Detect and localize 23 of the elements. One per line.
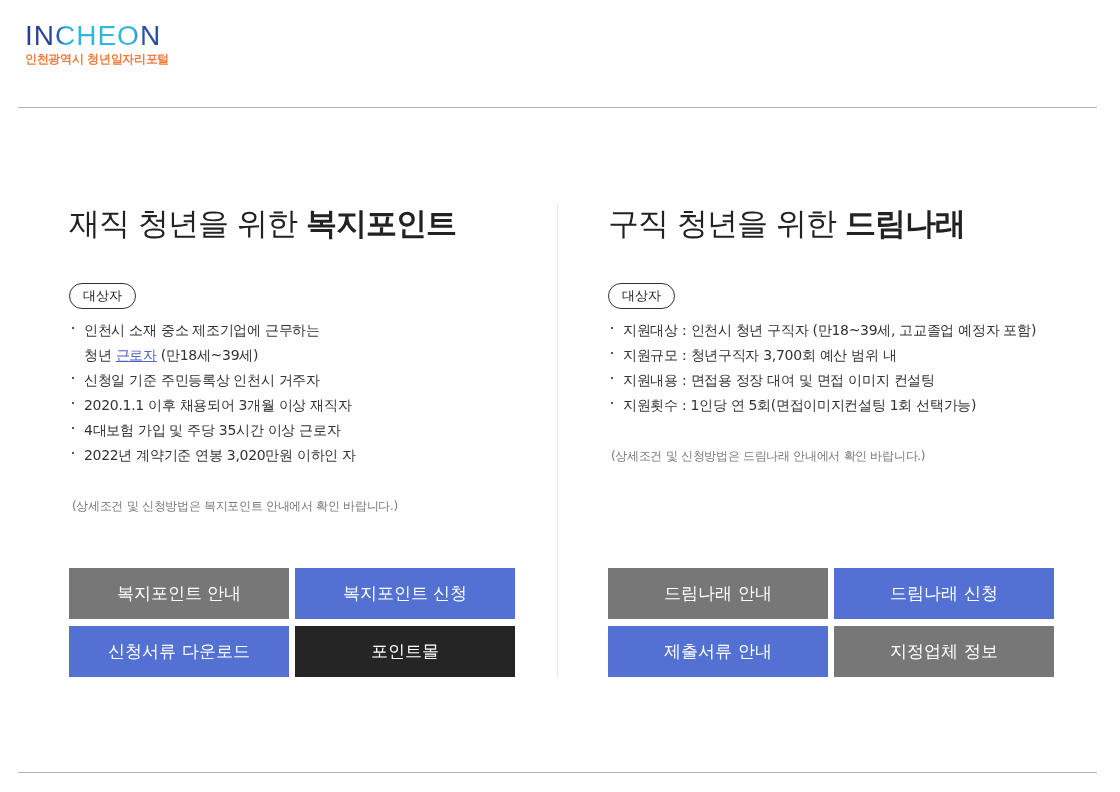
- list-item-text: 인천시 소재 중소 제조기업에 근무하는 청년 근로자 (만18세~39세): [84, 321, 320, 365]
- note-text: (상세조건 및 신청방법은 복지포인트 안내에서 확인 바랍니다.): [72, 498, 398, 515]
- section-title: 재직 청년을 위한 복지포인트: [69, 204, 456, 242]
- action-button[interactable]: 지정업체 정보: [834, 626, 1054, 677]
- action-button[interactable]: 신청서류 다운로드: [69, 626, 289, 677]
- action-button[interactable]: 포인트몰: [295, 626, 515, 677]
- action-button[interactable]: 드림나래 안내: [608, 568, 828, 619]
- note-text: (상세조건 및 신청방법은 드림나래 안내에서 확인 바랍니다.): [611, 448, 926, 465]
- logo-tagline: 인천광역시 청년일자리포털: [25, 52, 170, 67]
- list-item-text: 신청일 기준 주민등록상 인천시 거주자: [84, 371, 320, 390]
- list-item-text: 지원내용 : 면접용 정장 대여 및 면접 이미지 컨설팅: [623, 371, 935, 390]
- action-button[interactable]: 복지포인트 안내: [69, 568, 289, 619]
- action-button[interactable]: 복지포인트 신청: [295, 568, 515, 619]
- section-title: 구직 청년을 위한 드림나래: [608, 204, 965, 242]
- list-item-text: 2020.1.1 이후 채용되어 3개월 이상 재직자: [84, 396, 352, 415]
- list-item-text: 지원규모 : 청년구직자 3,700회 예산 범위 내: [623, 346, 897, 365]
- action-button[interactable]: 제출서류 안내: [608, 626, 828, 677]
- list-item-text: 4대보험 가입 및 주당 35시간 이상 근로자: [84, 421, 341, 440]
- action-button[interactable]: 드림나래 신청: [834, 568, 1054, 619]
- link[interactable]: 근로자: [115, 347, 157, 363]
- list-item-text: 지원횟수 : 1인당 연 5회(면접이미지컨설팅 1회 선택가능): [623, 396, 977, 415]
- list-item-text: 지원대상 : 인천시 청년 구직자 (만18~39세, 고교졸업 예정자 포함): [623, 321, 1037, 340]
- list-item-text: 2022년 계약기준 연봉 3,020만원 이하인 자: [84, 446, 356, 465]
